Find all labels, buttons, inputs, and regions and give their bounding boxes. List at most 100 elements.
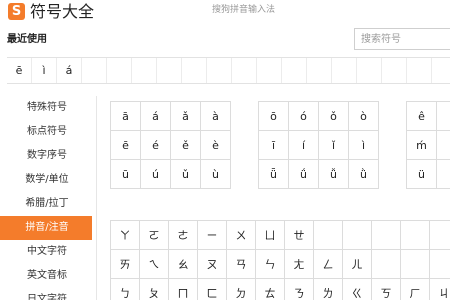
zhuyin-symbol-cell[interactable]: ㄍ (343, 279, 372, 300)
sidebar-item[interactable]: 特殊符号 (0, 96, 92, 120)
zhuyin-symbol-cell[interactable]: ㄢ (227, 250, 256, 279)
recent-symbol-cell[interactable] (282, 58, 307, 83)
sidebar-item[interactable]: 数字序号 (0, 144, 92, 168)
app-subtitle: 搜狗拼音输入法 (212, 5, 276, 15)
zhuyin-symbol-cell[interactable]: ㄠ (169, 250, 198, 279)
zhuyin-symbol-cell[interactable] (430, 250, 450, 279)
search-input[interactable] (355, 29, 450, 49)
sidebar-item[interactable]: 日文字符 (0, 288, 92, 300)
zhuyin-symbol-cell[interactable] (401, 250, 430, 279)
symbol-cell[interactable]: ḿ (407, 131, 437, 160)
zhuyin-symbol-cell[interactable]: ㄏ (401, 279, 430, 300)
recent-symbol-cell[interactable] (307, 58, 332, 83)
symbol-cell[interactable]: ū (111, 160, 141, 189)
zhuyin-symbol-cell[interactable]: ㄞ (111, 250, 140, 279)
symbol-cell[interactable]: ì (349, 131, 379, 160)
symbol-cell[interactable]: ǒ (319, 102, 349, 131)
symbol-cell[interactable]: ù (201, 160, 231, 189)
sidebar-item[interactable]: 拼音/注音 (0, 216, 92, 240)
symbol-cell[interactable] (437, 102, 450, 131)
zhuyin-symbol-cell[interactable] (401, 221, 430, 250)
zhuyin-symbol-cell[interactable]: ㄎ (372, 279, 401, 300)
zhuyin-symbol-cell[interactable]: ㄦ (343, 250, 372, 279)
zhuyin-symbol-cell[interactable]: ㄤ (285, 250, 314, 279)
symbol-cell[interactable]: ō (259, 102, 289, 131)
zhuyin-symbol-cell[interactable]: ㄛ (140, 221, 169, 250)
symbol-cell[interactable] (437, 131, 450, 160)
zhuyin-symbol-cell[interactable]: ㄩ (256, 221, 285, 250)
symbol-cell[interactable]: è (201, 131, 231, 160)
symbol-cell[interactable]: á (141, 102, 171, 131)
recent-symbol-cell[interactable] (157, 58, 182, 83)
zhuyin-symbol-cell[interactable]: ㄊ (256, 279, 285, 300)
recent-symbol-cell[interactable]: ì (32, 58, 57, 83)
sidebar-item[interactable]: 标点符号 (0, 120, 92, 144)
zhuyin-symbol-cell[interactable]: ㄋ (285, 279, 314, 300)
sidebar-item[interactable]: 数学/单位 (0, 168, 92, 192)
recent-symbol-cell[interactable] (182, 58, 207, 83)
recent-symbol-cell[interactable] (257, 58, 282, 83)
recent-symbol-cell[interactable] (232, 58, 257, 83)
zhuyin-symbol-cell[interactable] (343, 221, 372, 250)
sogou-logo-icon: S (8, 3, 25, 20)
category-sidebar: 特殊符号 标点符号 数字序号 数学/单位 希腊/拉丁 拼音/注音 中文字符 英文音标 日文字符 (0, 96, 92, 300)
symbol-cell[interactable]: à (201, 102, 231, 131)
zhuyin-symbol-cell[interactable] (314, 221, 343, 250)
zhuyin-symbol-cell[interactable]: ㄣ (256, 250, 285, 279)
zhuyin-symbol-cell[interactable]: ㄥ (314, 250, 343, 279)
recent-symbols-row: ēìá (7, 57, 450, 84)
sidebar-divider (96, 96, 97, 300)
symbol-cell[interactable] (437, 160, 450, 189)
recent-symbol-cell[interactable] (332, 58, 357, 83)
symbol-cell[interactable]: ò (349, 102, 379, 131)
symbol-cell[interactable]: ě (171, 131, 201, 160)
symbol-cell[interactable]: é (141, 131, 171, 160)
recent-symbol-cell[interactable] (407, 58, 432, 83)
symbol-cell[interactable]: ǐ (319, 131, 349, 160)
symbol-cell[interactable]: ǜ (349, 160, 379, 189)
recent-symbol-cell[interactable] (357, 58, 382, 83)
recent-symbol-cell[interactable] (382, 58, 407, 83)
zhuyin-symbol-cell[interactable] (372, 250, 401, 279)
sidebar-item[interactable]: 希腊/拉丁 (0, 192, 92, 216)
zhuyin-symbol-cell[interactable]: ㄜ (169, 221, 198, 250)
symbol-cell[interactable]: ǖ (259, 160, 289, 189)
zhuyin-symbol-cell[interactable]: ㄇ (169, 279, 198, 300)
zhuyin-symbol-cell[interactable]: ㄨ (227, 221, 256, 250)
recent-symbol-cell[interactable] (207, 58, 232, 83)
zhuyin-symbol-cell[interactable]: ㄡ (198, 250, 227, 279)
symbol-cell[interactable]: ü (407, 160, 437, 189)
zhuyin-symbol-cell[interactable] (372, 221, 401, 250)
zhuyin-symbol-cell[interactable]: ㄉ (227, 279, 256, 300)
app-title: 符号大全 (30, 2, 95, 21)
symbol-cell[interactable]: í (289, 131, 319, 160)
sidebar-item[interactable]: 英文音标 (0, 264, 92, 288)
recent-symbol-cell[interactable]: ē (7, 58, 32, 83)
symbol-cell[interactable]: ā (111, 102, 141, 131)
symbol-cell[interactable]: ǔ (171, 160, 201, 189)
symbol-cell[interactable]: ú (141, 160, 171, 189)
zhuyin-symbol-cell[interactable] (430, 221, 450, 250)
zhuyin-symbol-cell[interactable]: ㄐ (430, 279, 450, 300)
recent-symbol-cell[interactable] (107, 58, 132, 83)
zhuyin-symbol-cell[interactable]: ㄚ (111, 221, 140, 250)
symbol-cell[interactable]: ê (407, 102, 437, 131)
recent-symbol-cell[interactable] (132, 58, 157, 83)
symbol-cell[interactable]: ó (289, 102, 319, 131)
symbol-cell[interactable]: ǚ (319, 160, 349, 189)
symbol-cell[interactable]: ǎ (171, 102, 201, 131)
recent-symbol-cell[interactable] (82, 58, 107, 83)
zhuyin-symbol-cell[interactable]: ㄅ (111, 279, 140, 300)
zhuyin-symbol-cell[interactable]: ㄝ (285, 221, 314, 250)
sidebar-item[interactable]: 中文字符 (0, 240, 92, 264)
zhuyin-symbol-cell[interactable]: ㄌ (314, 279, 343, 300)
zhuyin-symbol-cell[interactable]: ㄈ (198, 279, 227, 300)
recent-symbol-cell[interactable]: á (57, 58, 82, 83)
symbol-cell[interactable]: ǘ (289, 160, 319, 189)
symbol-cell[interactable]: ī (259, 131, 289, 160)
zhuyin-symbol-cell[interactable]: ㄆ (140, 279, 169, 300)
search-box[interactable] (354, 28, 450, 50)
zhuyin-symbol-cell[interactable]: ㄟ (140, 250, 169, 279)
zhuyin-symbol-cell[interactable]: ㄧ (198, 221, 227, 250)
symbol-cell[interactable]: ē (111, 131, 141, 160)
